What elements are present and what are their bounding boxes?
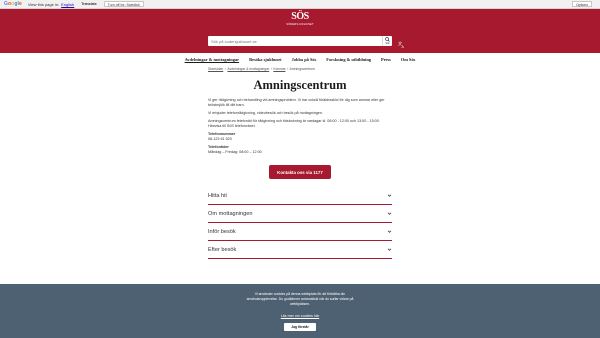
svg-text:A: A [401, 45, 404, 48]
breadcrumb-current: Amningscentrum [289, 67, 316, 71]
translate-prompt: View this page in: [27, 1, 60, 7]
translate-options-button[interactable]: Options [571, 1, 592, 7]
page-content: Vi ger rådgivning och behandling vid amn… [208, 98, 394, 158]
hours-value: Måndag – Fredag: 08:00 – 12:00 [208, 150, 262, 154]
accordion-label: Efter besök [208, 246, 237, 253]
accordion: Hitta hit Om mottagningen Inför besök Ef… [208, 187, 392, 259]
breadcrumb-item[interactable]: Startsidan [208, 67, 223, 71]
logo-subtitle: SÖDERSJUKHUSET [286, 23, 314, 26]
page-title: Amningscentrum [253, 78, 347, 92]
chevron-down-icon [387, 230, 392, 233]
translate-bar: Google View this page in: English Transl… [0, 0, 600, 9]
breadcrumb-item[interactable]: Kvinnas [273, 67, 285, 71]
phone-value[interactable]: 08-123 61 520 [208, 137, 394, 142]
translate-button[interactable]: Translate [78, 1, 99, 7]
search-box: Sök [208, 36, 392, 46]
search-button[interactable]: Sök [382, 36, 392, 46]
nav-item-press[interactable]: Press [379, 57, 393, 62]
translate-icon: 文A [398, 40, 405, 49]
breadcrumb-separator: › [224, 67, 226, 71]
accordion-label: Hitta hit [208, 192, 227, 199]
accordion-item-om-mottagningen[interactable]: Om mottagningen [208, 205, 392, 223]
intro-paragraph: Vi ger rådgivning och behandling vid amn… [208, 98, 385, 107]
logo-mark: SÖS [291, 11, 309, 22]
cookie-banner: Vi använder cookies på denna webbplats f… [0, 284, 600, 338]
accordion-label: Om mottagningen [208, 210, 253, 217]
phone-hours-paragraph: Amningscentrum telefontid för rådgivning… [208, 119, 380, 128]
services-paragraph: Vi erbjuder telefonrådgivning, videobesö… [208, 111, 323, 115]
accordion-item-efter-besok[interactable]: Efter besök [208, 241, 392, 259]
translate-language-link[interactable]: English [61, 2, 74, 7]
accordion-item-infor-besok[interactable]: Inför besök [208, 223, 392, 241]
site-header: SÖS SÖDERSJUKHUSET Sök 文A Translate [0, 9, 600, 57]
breadcrumb-separator: › [270, 67, 272, 71]
chevron-down-icon [387, 194, 392, 197]
sos-logo[interactable]: SÖS SÖDERSJUKHUSET [286, 11, 314, 27]
accordion-item-hitta-hit[interactable]: Hitta hit [208, 187, 392, 205]
cookie-info-link[interactable]: Läs mer om cookies här [0, 314, 600, 318]
cookie-accept-button[interactable]: Jag förstår [284, 323, 316, 331]
search-button-label: Sök [385, 42, 390, 45]
accordion-label: Inför besök [208, 228, 236, 235]
chevron-down-icon [387, 248, 392, 251]
nav-item-forskning[interactable]: Forskning & utbildning [324, 57, 373, 62]
nav-item-om-sos[interactable]: Om Sös [399, 57, 418, 62]
turn-off-translate-button[interactable]: Turn off for: Swedish [103, 1, 144, 7]
search-input[interactable] [208, 36, 382, 46]
breadcrumb-item[interactable]: Avdelningar & mottagningar [227, 67, 269, 71]
chevron-down-icon [387, 212, 392, 215]
breadcrumb: Startsidan › Avdelningar & mottagningar › Kv… [208, 67, 315, 71]
nav-item-avdelningar[interactable]: Avdelningar & mottagningar [183, 57, 241, 62]
nav-item-jobba[interactable]: Jobba på Sös [290, 57, 319, 62]
google-logo: Google [4, 1, 22, 7]
nav-item-besoka[interactable]: Besöka sjukhuset [247, 57, 284, 62]
cookie-text: Vi använder cookies på denna webbplats f… [246, 292, 354, 306]
phone-block: Telefonnummer 08-123 61 520 [208, 132, 394, 142]
breadcrumb-separator: › [286, 67, 289, 71]
hours-block: Telefontider Måndag – Fredag: 08:00 – 12… [208, 145, 394, 155]
contact-1177-button[interactable]: Kontakta oss via 1177 [269, 165, 331, 179]
main-nav: Avdelningar & mottagningar Besöka sjukhu… [0, 53, 600, 65]
